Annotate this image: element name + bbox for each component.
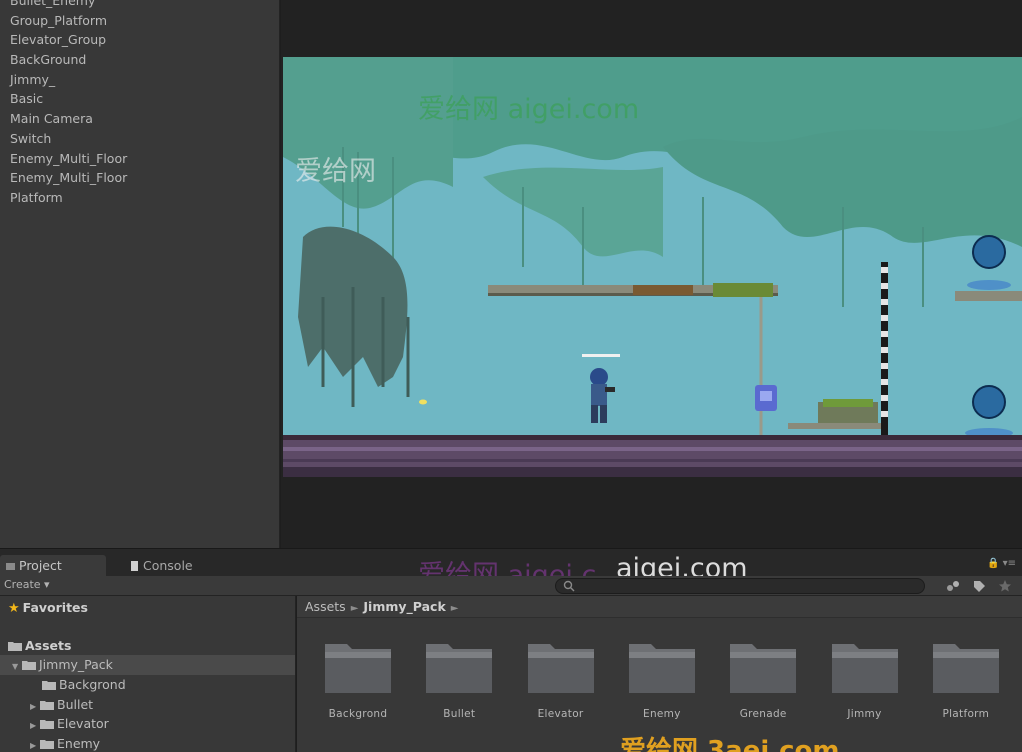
project-tree-panel: ★ Favorites Assets ▼ Jimmy_Pack Backgrond ▶…	[0, 596, 296, 752]
ground-top	[283, 435, 1022, 440]
player-health-bar	[582, 354, 620, 357]
folder-icon	[527, 644, 594, 693]
console-tab-icon	[131, 561, 138, 571]
asset-folder-jimmy[interactable]: Jimmy	[820, 638, 910, 738]
tab-project[interactable]: Project	[0, 555, 106, 577]
asset-folder-platform[interactable]: Platform	[921, 638, 1011, 738]
player-head	[590, 368, 608, 386]
folder-icon	[325, 644, 391, 693]
platform-rust	[633, 285, 693, 295]
hierarchy-item[interactable]: Main Camera	[0, 109, 279, 129]
tree-assets-label: Assets	[25, 638, 72, 653]
folder-icon	[8, 642, 22, 651]
tab-console-label: Console	[143, 558, 193, 573]
platform-moss	[713, 283, 773, 297]
folder-icon	[831, 644, 898, 693]
enemy-orb-top	[972, 235, 1006, 269]
bullet	[419, 399, 427, 405]
search-input[interactable]	[555, 578, 925, 594]
asset-folder-label: Jimmy	[847, 708, 882, 720]
right-platform	[955, 291, 1022, 301]
tree-item-label: Backgrond	[59, 677, 126, 692]
hierarchy-item[interactable]: BackGround	[0, 50, 279, 70]
asset-browser: Assets ► Jimmy_Pack ► Backgrond Bullet Elevat…	[297, 596, 1022, 752]
project-toolbar: Create ▾	[0, 576, 1022, 596]
bottom-tab-bar: Project Console 🔒 ▾≡	[0, 548, 1022, 577]
tree-item-enemy[interactable]: ▶ Enemy	[0, 734, 295, 752]
game-viewport[interactable]: 爱给网 aigei.com 爱给网	[283, 57, 1022, 477]
hierarchy-item[interactable]: Platform	[0, 188, 279, 208]
asset-folder-label: Platform	[942, 708, 990, 720]
hierarchy-item[interactable]: Enemy_Multi_Floor	[0, 168, 279, 188]
enemy-base-top	[967, 280, 1011, 290]
tree-jimmy-pack[interactable]: ▼ Jimmy_Pack	[0, 655, 295, 677]
asset-folder-label: Grenade	[739, 708, 787, 720]
tree-jimmy-pack-label: Jimmy_Pack	[39, 657, 113, 672]
create-button[interactable]: Create ▾	[4, 578, 50, 591]
tree-item-backgrond[interactable]: Backgrond	[0, 675, 295, 695]
asset-folder-bullet[interactable]: Bullet	[414, 638, 504, 738]
asset-folder-label: Elevator	[537, 708, 584, 720]
breadcrumb-assets[interactable]: Assets	[305, 599, 346, 614]
asset-folder-grenade[interactable]: Grenade	[718, 638, 808, 738]
tree-item-bullet[interactable]: ▶ Bullet	[0, 695, 295, 715]
expand-arrow-icon[interactable]: ▶	[30, 736, 40, 752]
breadcrumb: Assets ► Jimmy_Pack ►	[297, 596, 1022, 618]
hierarchy-panel: Bullet_Enemy Group_Platform Elevator_Group…	[0, 0, 280, 548]
asset-folder-label: Bullet	[443, 708, 476, 720]
asset-folder-label: Enemy	[643, 708, 681, 720]
tree-favorites[interactable]: ★ Favorites	[0, 598, 295, 618]
breadcrumb-separator-icon: ►	[450, 603, 459, 614]
search-icon	[563, 580, 575, 592]
asset-folder-backgrond[interactable]: Backgrond	[313, 638, 403, 738]
hierarchy-list: Bullet_Enemy Group_Platform Elevator_Group…	[0, 0, 279, 208]
folder-icon	[426, 644, 493, 693]
project-tab-icon	[6, 563, 15, 570]
low-platform	[788, 423, 883, 429]
tree-item-label: Elevator	[57, 716, 109, 731]
tree-item-elevator[interactable]: ▶ Elevator	[0, 714, 295, 734]
tree-item-label: Enemy	[57, 735, 101, 751]
hierarchy-item[interactable]: Basic	[0, 89, 279, 109]
hierarchy-item[interactable]: Jimmy_	[0, 70, 279, 90]
hierarchy-item[interactable]: Elevator_Group	[0, 30, 279, 50]
hierarchy-item[interactable]: Enemy_Multi_Floor	[0, 149, 279, 169]
game-view-area: 爱给网 aigei.com 爱给网	[281, 0, 1022, 548]
tab-project-label: Project	[19, 558, 62, 573]
hierarchy-item[interactable]: Bullet_Enemy	[0, 0, 279, 11]
filter-type-icon[interactable]	[946, 579, 960, 593]
asset-folder-label: Backgrond	[328, 708, 388, 720]
tree-assets[interactable]: Assets	[0, 636, 295, 656]
breadcrumb-separator-icon: ►	[350, 603, 359, 614]
filter-label-icon[interactable]	[972, 579, 986, 593]
folder-icon	[932, 644, 999, 693]
panel-options-icon[interactable]: 🔒 ▾≡	[987, 558, 1016, 569]
asset-folder-enemy[interactable]: Enemy	[617, 638, 707, 738]
player-body	[591, 384, 607, 406]
folder-icon	[22, 661, 36, 670]
tree-favorites-label: Favorites	[22, 600, 88, 615]
favorite-star-icon[interactable]	[998, 579, 1012, 593]
asset-folder-elevator[interactable]: Elevator	[516, 638, 606, 738]
star-icon: ★	[8, 601, 20, 616]
enemy-orb-bottom	[972, 385, 1006, 419]
breadcrumb-jimmy-pack[interactable]: Jimmy_Pack	[363, 599, 445, 614]
tab-console[interactable]: Console	[124, 555, 214, 577]
folder-icon	[42, 681, 56, 690]
folder-icon	[40, 739, 54, 749]
folder-icon	[40, 700, 54, 710]
hierarchy-item[interactable]: Group_Platform	[0, 11, 279, 31]
folder-icon	[628, 644, 695, 693]
folder-icon	[40, 720, 54, 729]
expand-arrow-icon[interactable]: ▼	[12, 657, 22, 677]
folder-icon	[730, 644, 797, 693]
tree-item-label: Bullet	[57, 696, 94, 712]
hierarchy-item[interactable]: Switch	[0, 129, 279, 149]
game-scene	[283, 57, 1022, 477]
